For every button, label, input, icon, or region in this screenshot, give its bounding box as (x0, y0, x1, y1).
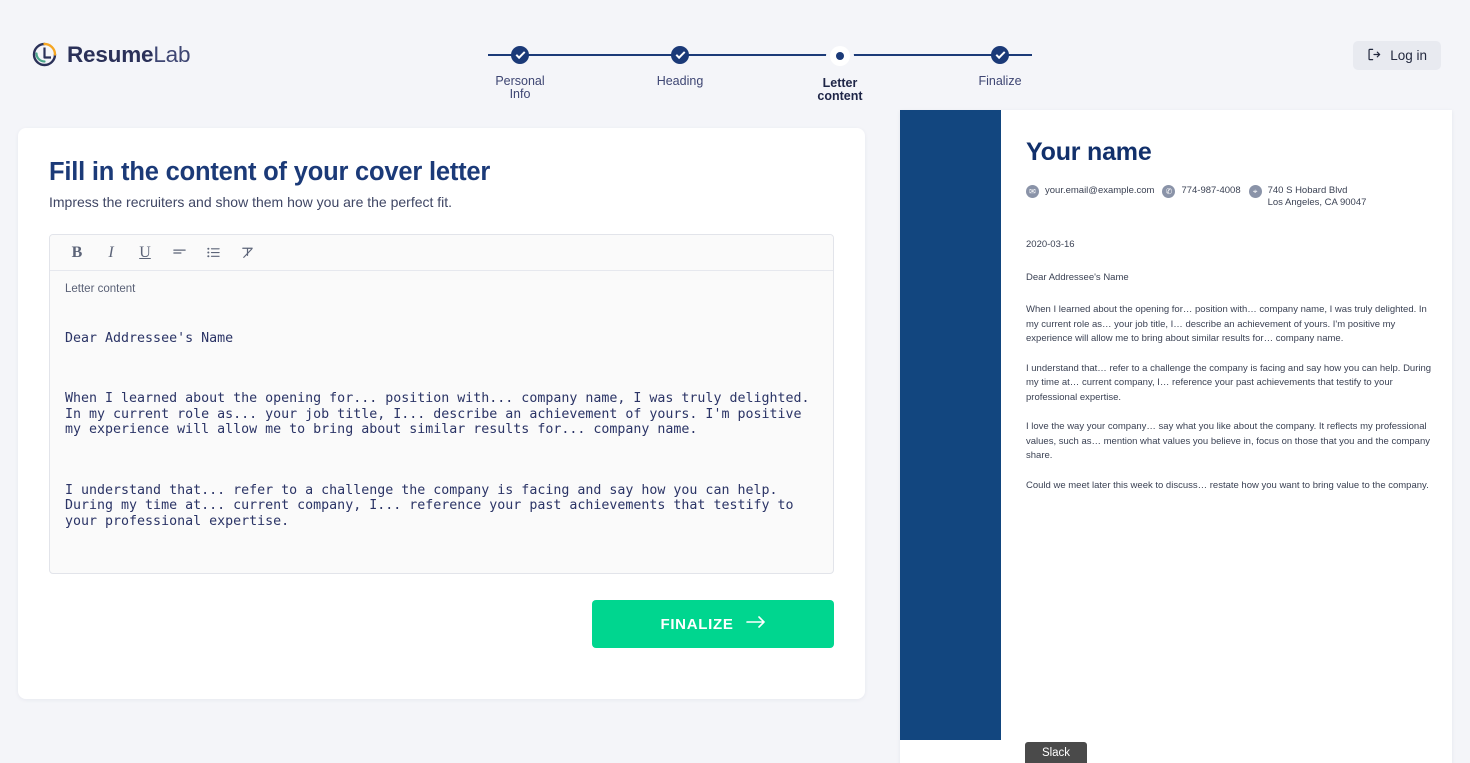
preview-greeting: Dear Addressee's Name (1026, 272, 1129, 283)
logout-arrow-icon (1367, 47, 1382, 65)
letter-paragraph: Dear Addressee's Name (65, 330, 234, 346)
preview-paragraph: I understand that… refer to a challenge … (1026, 362, 1432, 403)
preview-paragraph: I love the way your company… say what yo… (1026, 421, 1430, 461)
step-dot-complete (671, 46, 689, 64)
preview-content: Your name ✉ your.email@example.com ✆ 774… (1026, 138, 1436, 508)
clear-formatting-icon[interactable] (234, 240, 260, 266)
log-in-label: Log in (1390, 48, 1427, 63)
preview-side-stripe (900, 110, 1001, 740)
step-dot-current (830, 46, 850, 66)
step-label: Heading (656, 74, 704, 88)
cover-letter-preview: Your name ✉ your.email@example.com ✆ 774… (900, 110, 1452, 763)
brand-logo[interactable]: ResumeLab (31, 41, 190, 68)
preview-contact-value: 774-987-4008 (1181, 185, 1241, 196)
preview-contacts: ✉ your.email@example.com ✆ 774-987-4008 … (1026, 185, 1436, 217)
letter-paragraph: When I learned about the opening for... … (65, 391, 818, 438)
preview-contact-phone: ✆ 774-987-4008 (1162, 185, 1241, 208)
letter-paragraph: I understand that... refer to a challeng… (65, 482, 802, 529)
page-subtitle: Impress the recruiters and show them how… (49, 194, 453, 210)
preview-contact-value: your.email@example.com (1045, 185, 1155, 196)
preview-body: When I learned about the opening for… po… (1026, 303, 1436, 493)
envelope-icon: ✉ (1026, 185, 1039, 198)
finalize-label: FINALIZE (660, 615, 734, 633)
brand-name: ResumeLab (67, 42, 190, 68)
log-in-button[interactable]: Log in (1353, 41, 1441, 70)
preview-paragraph: When I learned about the opening for… po… (1026, 304, 1427, 344)
bold-button[interactable]: B (64, 240, 90, 266)
location-pin-icon: ⌖ (1248, 185, 1262, 198)
step-label: Letter content (817, 76, 863, 103)
step-label: Personal Info (495, 74, 545, 101)
page-title: Fill in the content of your cover letter (49, 158, 491, 186)
arrow-right-icon (745, 615, 766, 633)
brand-name-strong: Resume (67, 41, 154, 67)
step-personal-info[interactable]: Personal Info (470, 46, 570, 102)
actions-row: FINALIZE (49, 600, 834, 648)
letter-content-textarea[interactable]: Dear Addressee's Name When I learned abo… (65, 300, 818, 573)
step-dot-complete (991, 46, 1009, 64)
cover-letter-editor-card: Fill in the content of your cover letter… (18, 128, 865, 699)
preview-contact-address: ⌖ 740 S Hobard Blvd Los Angeles, CA 9004… (1248, 185, 1367, 208)
finalize-button[interactable]: FINALIZE (592, 600, 834, 648)
step-finalize[interactable]: Finalize (950, 46, 1050, 102)
bullet-list-icon[interactable] (200, 240, 226, 266)
preview-date: 2020-03-16 (1026, 239, 1075, 250)
step-letter-content[interactable]: Letter content (790, 46, 890, 102)
check-icon (515, 48, 525, 59)
phone-icon: ✆ (1162, 185, 1176, 198)
rich-text-editor[interactable]: B I U Letter content Dear Addressee's Na… (49, 234, 834, 574)
check-icon (675, 48, 685, 59)
preview-contact-email: ✉ your.email@example.com (1026, 185, 1154, 208)
check-icon (995, 48, 1005, 59)
progress-stepper: Personal Info Heading Letter content Fin… (470, 46, 1050, 102)
preview-name: Your name (1026, 138, 1152, 166)
preview-contact-value: 740 S Hobard Blvd Los Angeles, CA 90047 (1267, 185, 1367, 208)
step-dot-complete (511, 46, 529, 64)
preview-paragraph: Could we meet later this week to discuss… (1026, 479, 1429, 491)
brand-name-light: Lab (153, 41, 191, 67)
taskbar-item-slack[interactable]: Slack (1025, 742, 1087, 763)
main-content: Fill in the content of your cover letter… (0, 110, 1470, 763)
align-left-icon[interactable] (166, 240, 192, 266)
top-bar: ResumeLab Personal Info Heading Letter c… (0, 0, 1470, 110)
editor-body[interactable]: Letter content Dear Addressee's Name Whe… (50, 271, 833, 573)
step-heading[interactable]: Heading (630, 46, 730, 102)
underline-button[interactable]: U (132, 240, 158, 266)
resumelab-circle-logo-icon (31, 41, 58, 68)
editor-toolbar: B I U (50, 235, 833, 271)
italic-button[interactable]: I (98, 240, 124, 266)
letter-content-label: Letter content (65, 283, 136, 295)
step-label: Finalize (978, 74, 1022, 88)
